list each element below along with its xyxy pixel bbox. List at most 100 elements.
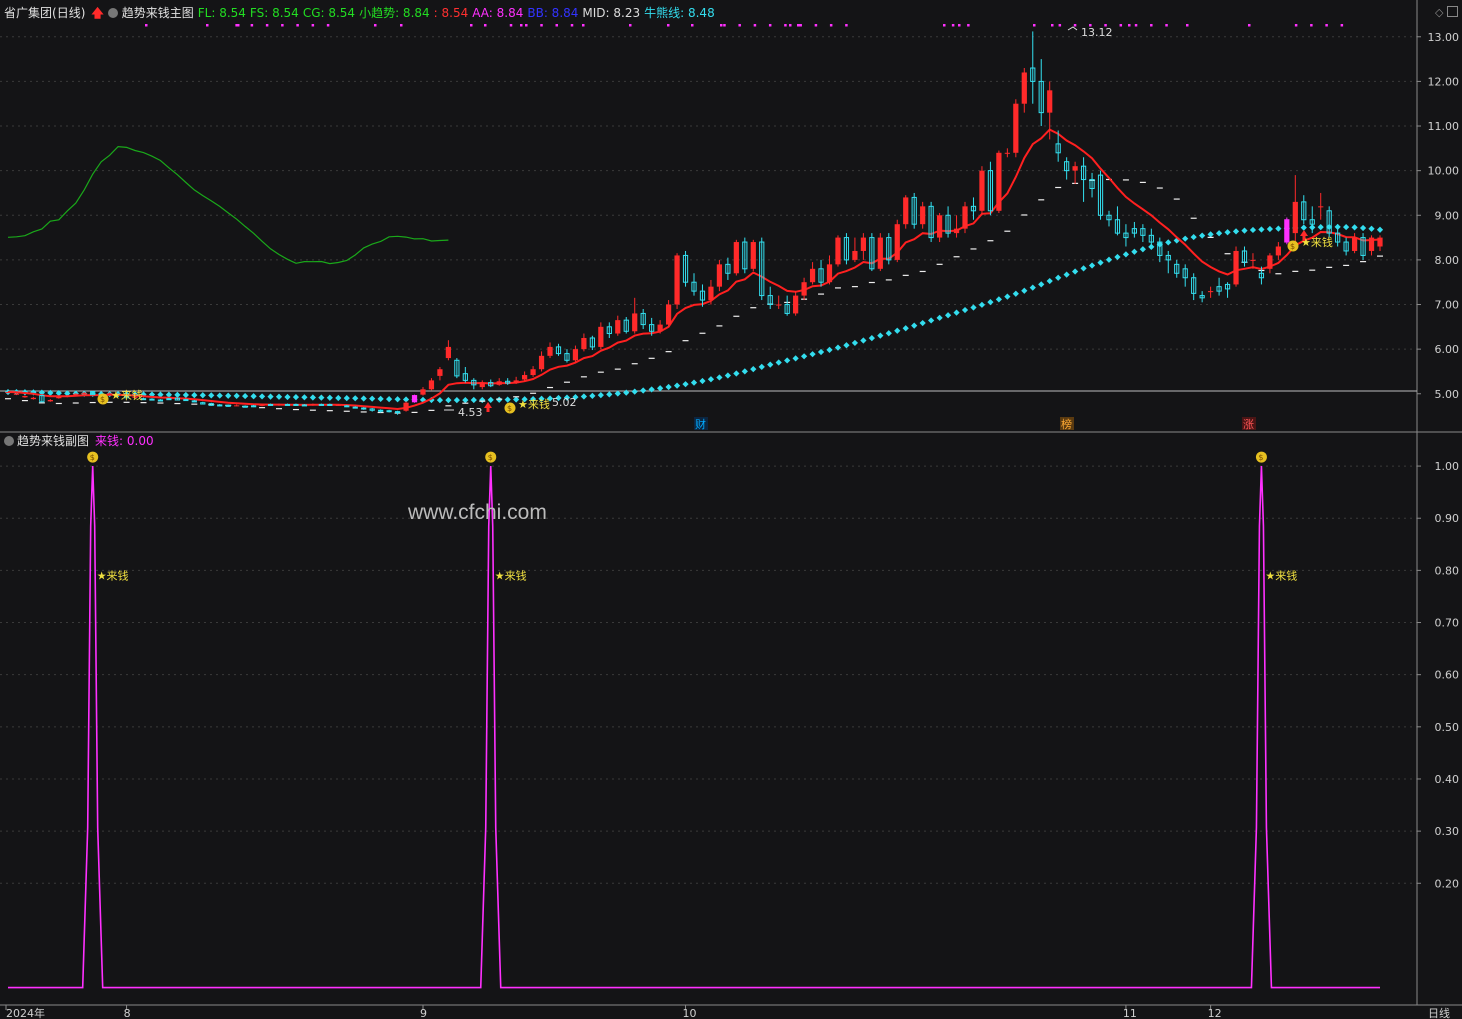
candle-body [1368,237,1375,251]
buy-signal-label: ★来钱 [1301,235,1333,249]
candle-body [657,324,663,332]
candle-body [259,404,265,406]
candle-body [318,403,324,406]
candle-body [13,393,20,395]
y-axis-label: 1.00 [1435,460,1460,473]
candle-body [733,242,739,274]
candle-body [953,228,960,234]
signal-mark [237,24,240,27]
signal-mark [951,24,955,27]
candle-body [750,242,756,269]
signal-mark [1119,24,1123,27]
mid-label: 5.02 [552,396,577,409]
candle-body [30,397,37,400]
y-axis-label: 8.00 [1435,254,1460,267]
candle-body [378,409,384,412]
header-value-4: : 8.54 [433,6,469,20]
signal-mark [1134,24,1138,27]
signal-mark [250,24,254,27]
indicator-name[interactable]: 趋势来钱主图 [122,6,194,20]
signal-mark [1310,24,1313,27]
signal-mark [629,24,632,27]
y-axis-label: 13.00 [1428,31,1460,44]
main-header: 省广集团(日线) 🡅 趋势来钱主图 FL: 8.54 FS: 8.54 CG: 8.54 小… [4,5,723,21]
diamond-icon[interactable]: ◇ [1435,6,1443,19]
y-axis-label: 11.00 [1428,120,1460,133]
panel-icon[interactable] [1447,6,1458,17]
signal-mark [1128,24,1131,27]
header-value-8: 牛熊线: 8.48 [644,6,715,20]
candle-body [73,393,79,395]
candle-body [1072,166,1078,171]
sub-indicator-name[interactable]: 趋势来钱副图 [17,434,89,448]
collapse-icon[interactable] [107,8,118,18]
signal-mark [797,24,800,27]
candle-body [852,250,858,260]
candle-body [411,395,418,403]
signal-mark [484,24,487,27]
candle-body [327,403,333,406]
watermark: www.cfchi.com [407,501,547,524]
candle-body [479,382,485,388]
stock-name[interactable]: 省广集团 [4,6,52,20]
event-label: 财 [695,417,706,431]
candle-body [437,369,443,376]
collapse-icon[interactable] [4,436,14,446]
y-axis-label: 10.00 [1428,165,1460,178]
signal-mark [540,24,543,27]
candle-body [835,237,841,265]
candle-body [242,405,248,408]
candle-body [47,400,53,402]
y-axis-label: 0.30 [1435,825,1460,838]
candle-body [1318,206,1324,208]
candle-body [826,264,833,283]
candle-body [310,404,316,406]
candle-body [1021,72,1027,104]
candle-body [793,295,799,314]
y-axis-label: 9.00 [1435,209,1460,222]
signal-mark [784,24,787,27]
candle-body [301,404,308,407]
candle-body [183,399,189,402]
candle-body [335,404,341,406]
signal-mark [720,24,723,27]
signal-mark [525,24,528,27]
low-label: 4.53 [458,406,483,419]
signal-mark [1058,24,1062,27]
signal-mark [520,24,523,27]
candle-body [1004,152,1010,154]
y-axis-label: 0.70 [1435,617,1460,630]
chart-canvas[interactable]: 13.124.535.02$ ★来钱$ ★来钱$ ★来钱财榜涨 13.0012.001… [0,0,1462,1019]
sub-value-label: 来钱: 0.00 [95,434,154,448]
candle-body [276,404,282,406]
candle-body [979,170,985,211]
candle-body [5,391,11,393]
x-axis-label: 11 [1123,1007,1137,1019]
up-arrow-icon: 🡅 [91,6,104,20]
signal-mark [958,24,961,27]
signal-mark [723,24,726,27]
candle-body [809,268,816,283]
event-label: 涨 [1243,418,1254,431]
candle-body [386,410,392,413]
candle-body [420,389,426,395]
candle-body [1292,201,1298,234]
y-axis-label: 0.80 [1435,564,1460,577]
candle-body [708,286,714,301]
candle-body [1267,255,1273,269]
header-value-6: BB: 8.84 [527,6,579,20]
candle-body [394,411,401,414]
y-axis-label: 12.00 [1428,75,1460,88]
signal-mark [1033,24,1036,27]
signal-mark [400,24,403,27]
candle-body [894,224,900,260]
signal-mark [206,24,209,27]
signal-mark [829,24,833,27]
y-axis-label: 0.50 [1435,721,1460,734]
header-value-2: CG: 8.54 [302,6,356,20]
money-bag-symbol: $ [100,395,105,404]
sub-header: 趋势来钱副图 来钱: 0.00 [4,434,154,448]
signal-mark [326,24,330,27]
signal-mark [296,24,299,27]
signal-mark [311,24,315,27]
